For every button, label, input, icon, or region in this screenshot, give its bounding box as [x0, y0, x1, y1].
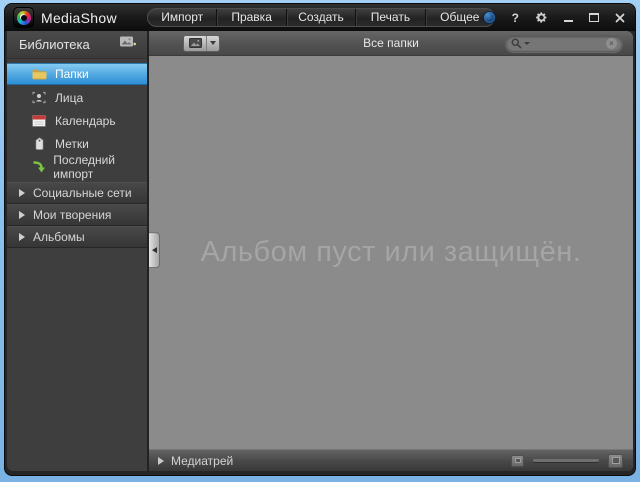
faces-icon — [31, 91, 47, 104]
thumbnail-size-slider[interactable] — [533, 459, 599, 462]
section-label: Альбомы — [33, 230, 85, 244]
section-label: Мои творения — [33, 208, 112, 222]
close-button[interactable] — [615, 13, 625, 23]
sidebar-item-label: Последний импорт — [53, 152, 116, 181]
help-icon[interactable]: ? — [512, 11, 519, 25]
expand-arrow-icon — [19, 233, 25, 241]
empty-album-message: Альбом пуст или защищён. — [200, 236, 582, 268]
import-arrow-icon — [31, 160, 45, 173]
sidebar-item-tags[interactable]: Метки — [7, 133, 147, 154]
window-controls: ? — [482, 4, 625, 31]
sidebar-item-folders[interactable]: Папки — [7, 63, 147, 85]
sidebar-sections: Социальные сети Мои творения Альбомы — [7, 182, 147, 248]
app-logo-icon — [13, 7, 34, 28]
section-my-creations[interactable]: Мои творения — [7, 204, 147, 226]
chevron-down-icon — [524, 41, 530, 45]
main-menu: Импорт Правка Создать Печать Общее — [147, 8, 495, 27]
settings-gear-icon[interactable] — [535, 11, 548, 24]
section-social-networks[interactable]: Социальные сети — [7, 182, 147, 204]
expand-arrow-icon — [19, 189, 25, 197]
sidebar-item-label: Лица — [55, 90, 84, 105]
search-box[interactable]: × — [505, 34, 623, 52]
search-icon — [511, 38, 522, 48]
view-mode-dropdown-caret[interactable] — [206, 35, 219, 51]
menu-edit[interactable]: Правка — [216, 9, 285, 26]
zoom-in-thumbnails-button[interactable] — [608, 453, 623, 468]
menu-print[interactable]: Печать — [355, 9, 424, 26]
view-mode-button[interactable] — [183, 34, 220, 52]
sidebar-item-calendar[interactable]: Календарь — [7, 110, 147, 131]
app-title: MediaShow — [41, 9, 117, 26]
folder-icon — [31, 68, 47, 80]
minimize-button[interactable] — [564, 13, 573, 22]
sidebar-item-label: Календарь — [55, 113, 116, 128]
search-input[interactable] — [533, 37, 606, 49]
app-window: MediaShow Импорт Правка Создать Печать О… — [4, 3, 636, 476]
sidebar-item-latest-import[interactable]: Последний импорт — [7, 153, 147, 181]
menu-create[interactable]: Создать — [285, 9, 355, 26]
mediashow-swirl-icon — [16, 10, 31, 25]
photo-thumbnail-icon — [184, 38, 206, 48]
album-canvas: Альбом пуст или защищён. — [149, 56, 633, 449]
menu-import[interactable]: Импорт — [148, 9, 216, 26]
library-header: Библиотека — [7, 31, 147, 59]
library-sidebar: Библиотека Папки Лица Календарь Метки По… — [7, 31, 149, 471]
section-albums[interactable]: Альбомы — [7, 226, 147, 248]
media-tray-bar: Медиатрей — [149, 449, 633, 471]
large-thumbnail-icon — [611, 457, 620, 464]
section-label: Социальные сети — [33, 186, 132, 200]
main-panel: Все папки × Альбом пуст или защищён. Мед… — [149, 31, 633, 471]
library-title: Библиотека — [19, 37, 90, 52]
sidebar-collapse-handle[interactable] — [149, 231, 160, 268]
small-thumbnail-icon — [514, 458, 521, 463]
title-bar: MediaShow Импорт Правка Создать Печать О… — [5, 4, 635, 31]
tags-icon — [31, 137, 47, 150]
browser-toolbar: Все папки × — [149, 31, 633, 56]
thumbnail-zoom-controls — [511, 453, 623, 468]
maximize-button[interactable] — [589, 13, 599, 22]
add-media-icon[interactable] — [119, 35, 137, 54]
content-area: Библиотека Папки Лица Календарь Метки По… — [7, 31, 633, 471]
sidebar-item-label: Метки — [55, 136, 89, 151]
sidebar-item-faces[interactable]: Лица — [7, 87, 147, 108]
upgrade-icon[interactable] — [482, 11, 496, 24]
chevron-left-icon — [151, 246, 157, 253]
calendar-icon — [31, 114, 47, 127]
zoom-out-thumbnails-button[interactable] — [511, 454, 524, 467]
media-tray-label[interactable]: Медиатрей — [171, 454, 233, 468]
library-items: Папки Лица Календарь Метки Последний имп… — [7, 59, 147, 181]
expand-arrow-icon — [158, 456, 164, 465]
clear-search-icon[interactable]: × — [606, 37, 617, 49]
expand-arrow-icon — [19, 211, 25, 219]
search-scope-button[interactable] — [511, 38, 530, 49]
chevron-down-icon — [210, 41, 216, 45]
sidebar-item-label: Папки — [55, 67, 89, 81]
